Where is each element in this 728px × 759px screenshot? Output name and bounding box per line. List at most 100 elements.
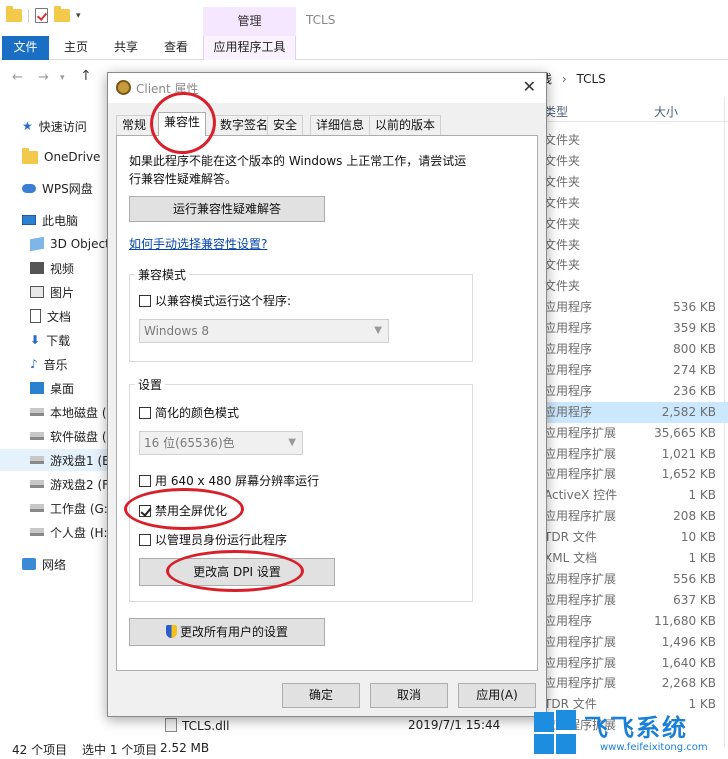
table-row[interactable]: 应用程序 11,680 KB [540, 611, 728, 632]
file-size: 35,665 KB [654, 425, 716, 440]
os-select[interactable]: Windows 8 ▼ [139, 319, 389, 343]
nav-wps-cloud[interactable]: WPS网盘 [22, 177, 93, 199]
tab-home[interactable]: 主页 [60, 36, 92, 60]
folder-icon[interactable] [6, 6, 22, 22]
nav-documents[interactable]: 文档 [30, 305, 71, 327]
table-row[interactable]: 应用程序扩展 1,496 KB [540, 632, 728, 653]
tab-details[interactable]: 详细信息 [310, 115, 371, 135]
run-as-admin-checkbox[interactable]: 以管理员身份运行此程序 [139, 531, 287, 548]
table-row[interactable]: 应用程序扩展 556 KB [540, 569, 728, 590]
checkbox-box[interactable] [139, 533, 151, 546]
recent-chevron-icon[interactable]: ▾ [60, 73, 65, 83]
table-row[interactable]: 文件夹 [540, 172, 728, 193]
table-row[interactable]: 应用程序 800 KB [540, 339, 728, 360]
apply-button[interactable]: 应用(A) [458, 683, 536, 708]
up-arrow-icon[interactable]: ↑ [80, 68, 92, 84]
reduced-color-checkbox[interactable]: 简化的颜色模式 [139, 404, 239, 421]
breadcrumb-current[interactable]: TCLS [576, 72, 605, 86]
table-row[interactable]: 应用程序 359 KB [540, 318, 728, 339]
nav-downloads[interactable]: ⬇ 下载 [30, 329, 70, 351]
checkbox-box[interactable] [139, 406, 151, 419]
chevron-down-icon[interactable]: ▾ [76, 11, 81, 21]
file-type: 应用程序 [544, 362, 593, 377]
nav-drive-h[interactable]: 个人盘 (H:) [30, 521, 112, 543]
nav-drive-c[interactable]: 本地磁盘 (C [30, 401, 115, 423]
manual-settings-link[interactable]: 如何手动选择兼容性设置? [129, 235, 267, 252]
table-row[interactable]: XML 文档 1 KB [540, 548, 728, 569]
back-arrow-icon[interactable]: ← [12, 70, 23, 85]
app-icon [116, 80, 131, 95]
nav-drive-e[interactable]: 游戏盘1 (E: [0, 449, 114, 471]
download-icon: ⬇ [30, 333, 41, 347]
properties-icon[interactable] [35, 8, 48, 23]
table-row[interactable]: 应用程序扩展 1,652 KB [540, 464, 728, 485]
table-row[interactable]: 应用程序扩展 35,665 KB [540, 423, 728, 444]
res-640-checkbox[interactable]: 用 640 x 480 屏幕分辨率运行 [139, 472, 319, 489]
tab-view[interactable]: 查看 [160, 36, 192, 60]
column-size[interactable]: 大小 [654, 103, 678, 120]
table-row[interactable]: ActiveX 控件 1 KB [540, 485, 728, 506]
table-row[interactable]: 文件夹 [540, 235, 728, 256]
cancel-button[interactable]: 取消 [370, 683, 448, 708]
table-row[interactable]: 应用程序 2,582 KB [540, 401, 728, 423]
nav-quick-access[interactable]: ★ 快速访问 [22, 115, 87, 137]
table-row[interactable]: 文件夹 [540, 255, 728, 276]
table-row[interactable]: 应用程序扩展 1,021 KB [540, 444, 728, 465]
all-users-button[interactable]: 更改所有用户的设置 [129, 618, 325, 646]
table-row[interactable]: 应用程序扩展 1,640 KB [540, 653, 728, 674]
nav-drive-d[interactable]: 软件磁盘 (D [30, 425, 116, 447]
checkbox-box[interactable] [139, 474, 151, 487]
tab-compatibility[interactable]: 兼容性 [158, 112, 207, 136]
color-depth-select[interactable]: 16 位(65536)色 ▼ [139, 431, 303, 455]
tab-digital-signature[interactable]: 数字签名 [214, 115, 275, 135]
file-type: 应用程序扩展 [544, 425, 617, 440]
ok-button[interactable]: 确定 [282, 683, 360, 708]
tab-previous-versions[interactable]: 以前的版本 [369, 115, 442, 135]
table-row[interactable]: 应用程序 236 KB [540, 381, 728, 402]
tab-share[interactable]: 共享 [110, 36, 142, 60]
file-row-tcls-dll[interactable]: TCLS.dll 2019/7/1 15:44 [165, 718, 545, 738]
settings-label: 设置 [135, 376, 166, 393]
tab-general[interactable]: 常规 [116, 115, 153, 135]
column-type[interactable]: 类型 [544, 103, 568, 120]
table-row[interactable]: 文件夹 [540, 214, 728, 235]
forward-arrow-icon[interactable]: → [38, 70, 49, 85]
breadcrumb[interactable]: 线 › TCLS [540, 70, 606, 87]
file-type: 文件夹 [544, 133, 581, 147]
file-size: 208 KB [673, 509, 716, 524]
table-row[interactable]: 文件夹 [540, 193, 728, 214]
new-folder-icon[interactable] [54, 6, 70, 22]
nav-onedrive[interactable]: OneDrive [22, 146, 100, 168]
nav-desktop[interactable]: 桌面 [30, 377, 74, 399]
table-row[interactable]: 应用程序扩展 208 KB [540, 506, 728, 527]
nav-drive-g[interactable]: 工作盘 (G:) [30, 497, 113, 519]
checkbox-box[interactable] [139, 294, 151, 307]
screenshot-root: ▾ 管理 TCLS 文件 主页 共享 查看 应用程序工具 ← → ▾ ↑ 线 ›… [0, 0, 728, 759]
nav-network[interactable]: 网络 [22, 553, 66, 575]
nav-this-pc[interactable]: 此电脑 [22, 209, 78, 231]
file-name: TCLS.dll [182, 719, 230, 733]
table-row[interactable]: 应用程序 274 KB [540, 360, 728, 381]
close-icon[interactable]: ✕ [523, 77, 536, 96]
table-row[interactable]: 文件夹 [540, 276, 728, 297]
breadcrumb-separator: › [561, 72, 567, 86]
table-row[interactable]: 应用程序扩展 2,268 KB [540, 673, 728, 694]
tab-file[interactable]: 文件 [2, 36, 49, 60]
tab-security[interactable]: 安全 [267, 115, 304, 135]
table-row[interactable]: 文件夹 [540, 130, 728, 151]
compat-mode-checkbox[interactable]: 以兼容模式运行这个程序: [139, 292, 291, 309]
nav-pictures[interactable]: 图片 [30, 281, 74, 303]
drive-icon [30, 456, 44, 464]
tab-app-tools[interactable]: 应用程序工具 [203, 36, 296, 60]
nav-music[interactable]: ♪ 音乐 [30, 353, 68, 375]
tab-manage[interactable]: 管理 [203, 7, 296, 36]
nav-drive-f[interactable]: 游戏盘2 (F: [30, 473, 112, 495]
nav-videos[interactable]: 视频 [30, 257, 74, 279]
nav-3d-objects[interactable]: 3D Objects [30, 233, 116, 255]
table-row[interactable]: 应用程序 536 KB [540, 297, 728, 318]
troubleshoot-button[interactable]: 运行兼容性疑难解答 [129, 196, 325, 222]
table-row[interactable]: 文件夹 [540, 151, 728, 172]
folder-icon [22, 147, 38, 164]
table-row[interactable]: TDR 文件 10 KB [540, 527, 728, 548]
table-row[interactable]: 应用程序扩展 637 KB [540, 590, 728, 611]
